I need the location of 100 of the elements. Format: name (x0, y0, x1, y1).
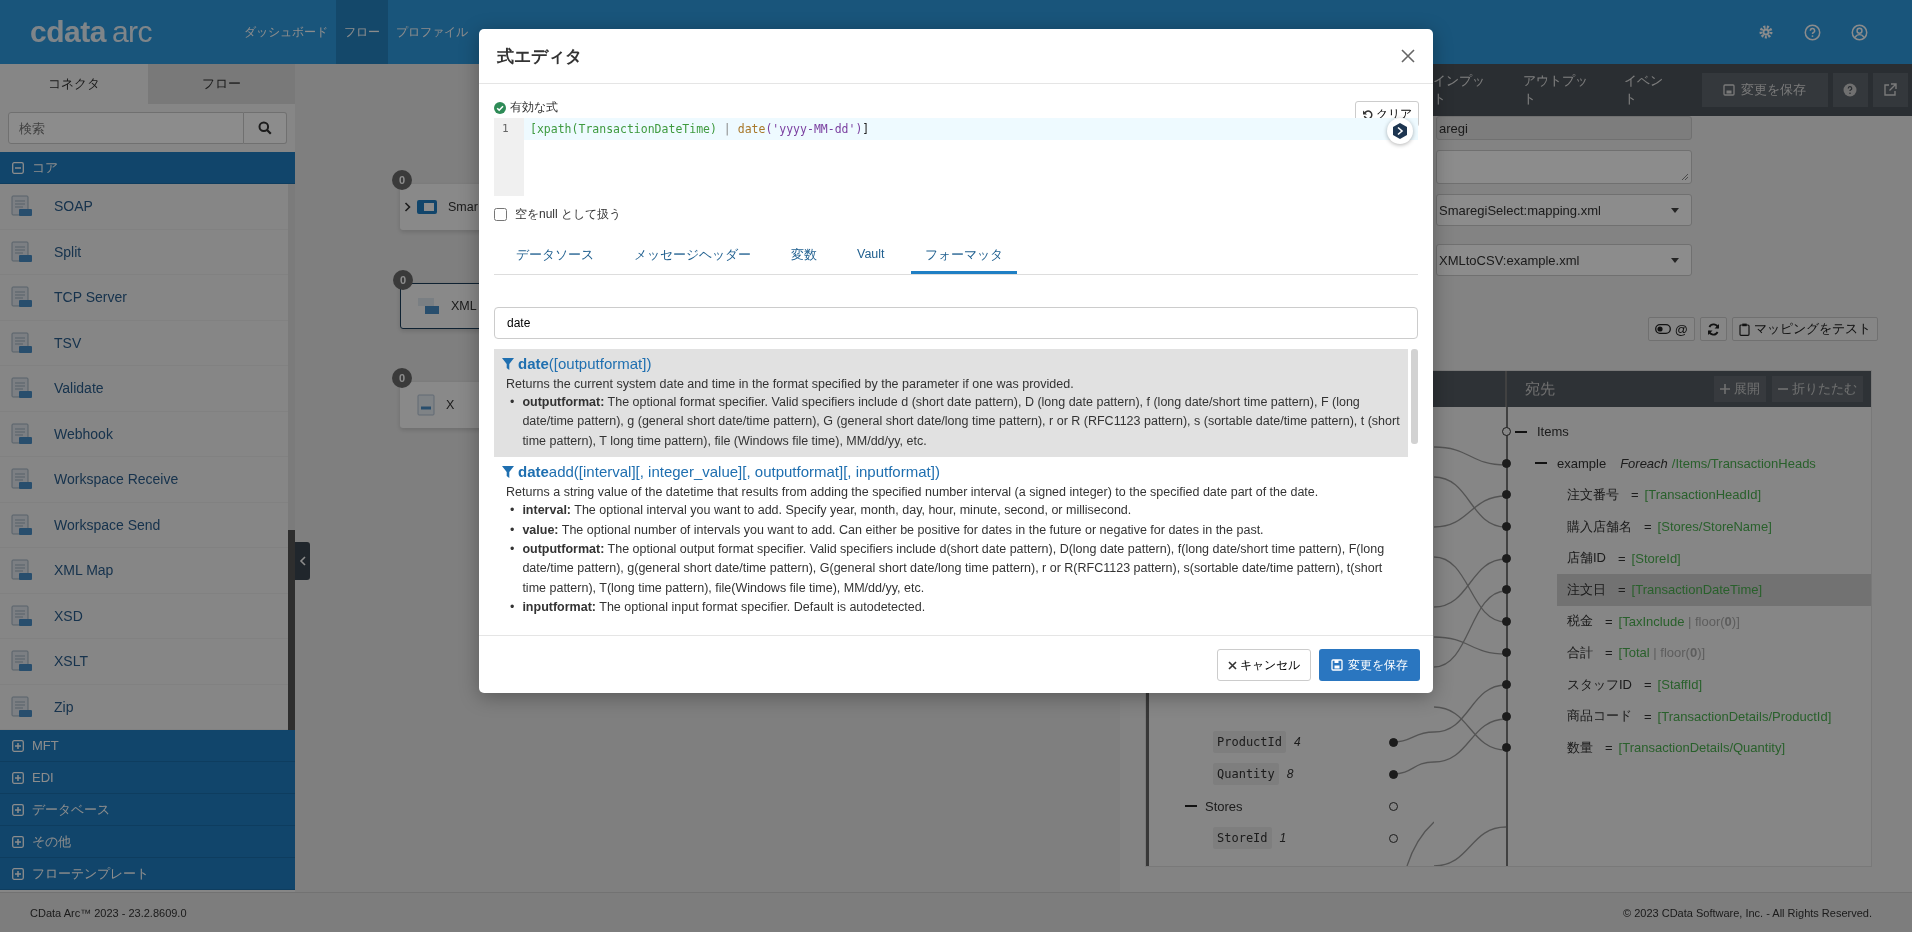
nav-tab[interactable]: ダッシュボード (236, 0, 336, 64)
scrollbar[interactable] (288, 184, 295, 730)
bullet: • (510, 599, 515, 616)
connector-dot[interactable] (1502, 490, 1511, 500)
connector-item[interactable]: SOAP (0, 184, 288, 230)
source-field[interactable]: StoreId (1213, 827, 1272, 849)
connector-item[interactable]: Workspace Receive (0, 457, 288, 503)
connector-dot[interactable] (1502, 680, 1511, 690)
connector-item[interactable]: Split (0, 229, 288, 275)
filter-icon (502, 357, 514, 370)
connector-dot[interactable] (1502, 522, 1511, 532)
connector-dot[interactable] (1389, 769, 1398, 779)
save-button[interactable]: 変更を保存 (1319, 649, 1420, 682)
operator: = (1644, 708, 1652, 724)
collapse-icon[interactable] (1515, 429, 1527, 434)
connector-item[interactable]: Validate (0, 366, 288, 412)
function-entry[interactable] (494, 349, 1408, 458)
tab[interactable]: メッセージヘッダー (620, 239, 765, 274)
connector-item[interactable]: XSLT (0, 639, 288, 685)
connector-dot[interactable] (1389, 833, 1398, 843)
tab[interactable]: Vault (843, 239, 899, 274)
panel-tab[interactable]: アウトプット (1522, 72, 1592, 108)
connector-item[interactable]: Webhook (0, 411, 288, 457)
category-header[interactable]: フローテンプレート (0, 858, 295, 890)
parameter-description: outputformat: The optional format specifier. Valid specifiers include d (short date pattern), D (long date pattern), f (long date/short time pattern), F (long date/time pattern), g (general short date/time pattern), G (general short date/long time pattern), r or R (RFC1123 pattern), s (sortable date/time pattern), t (short time pattern), T long time pattern), file (Windows file time), MM/dd/yy, etc. (522, 394, 1400, 450)
connector-item[interactable]: TSV (0, 320, 288, 366)
field-name: 合計 (1567, 643, 1593, 662)
logo[interactable]: cdata arc (0, 0, 236, 64)
expand-icon (12, 739, 24, 752)
destination-field[interactable]: 購入店舗名 = [Stores/StoreName] (1557, 510, 1871, 543)
source-node[interactable]: Stores (1205, 798, 1243, 814)
connector-dot[interactable] (1502, 743, 1511, 753)
collapse-icon[interactable] (1535, 461, 1547, 466)
connector-item[interactable]: XML Map (0, 548, 288, 594)
cancel-button[interactable]: キャンセル (1217, 649, 1311, 682)
nav-tab[interactable]: フロー (336, 0, 388, 64)
function-signature[interactable]: date([outputformat]) (518, 355, 652, 372)
refresh-button[interactable] (1700, 317, 1727, 341)
connector-dot[interactable] (1502, 427, 1511, 437)
count-badge: 0 (392, 368, 412, 388)
field-expression: [Stores/StoreName] (1657, 519, 1772, 535)
collapse-icon[interactable] (1185, 804, 1197, 808)
connector-dot[interactable] (1389, 737, 1398, 747)
destination-title: 宛先 (1525, 379, 1555, 399)
destination-field[interactable]: 数量 = [TransactionDetails/Quantity] (1557, 731, 1871, 764)
tab[interactable]: 変数 (777, 239, 831, 274)
nav-tab[interactable]: プロファイル (388, 0, 476, 64)
destination-field[interactable]: 店舗ID = [StoreId] (1557, 542, 1871, 574)
category-header[interactable]: その他 (0, 826, 295, 858)
category-header[interactable]: データベース (0, 794, 295, 826)
external-link-icon (1883, 83, 1898, 97)
search-button[interactable] (244, 112, 287, 144)
connector-item[interactable]: Workspace Send (0, 502, 288, 548)
collapse-handle[interactable] (295, 542, 310, 580)
expand-icon (12, 771, 24, 784)
dropdown[interactable]: SmaregiSelect:mapping.xml (1436, 194, 1692, 226)
dropdown[interactable]: XMLtoCSV:example.xml (1436, 244, 1692, 276)
source-field[interactable]: Quantity (1213, 763, 1279, 785)
chevron-right-icon[interactable] (404, 202, 411, 212)
tab[interactable]: フォーマッタ (910, 239, 1017, 274)
connector-dot[interactable] (1502, 616, 1511, 626)
document-icon (10, 649, 34, 674)
attribute-toggle[interactable]: @ (1647, 317, 1695, 341)
category-header[interactable]: コア (0, 152, 295, 184)
connector-dot[interactable] (1502, 585, 1511, 595)
destination-field[interactable]: スタッフID = [StaffId] (1557, 668, 1871, 701)
panel-tab[interactable]: インプット (1433, 72, 1491, 108)
connector-item[interactable]: XSD (0, 593, 288, 639)
save-button[interactable]: 変更を保存 (1702, 73, 1828, 107)
xpath-value: /Items/TransactionHeads (1671, 455, 1816, 471)
bullet: • (510, 502, 515, 520)
destination-node[interactable]: example (1557, 455, 1607, 471)
category-header[interactable]: EDI (0, 762, 295, 794)
connector-dot[interactable] (1502, 648, 1511, 658)
test-mapping-button[interactable]: マッピングをテスト (1732, 317, 1878, 341)
function-signature[interactable]: dateadd([interval][, integer_value][, outputformat][, inputformat]) (518, 463, 940, 481)
destination-field[interactable]: 商品コード = [TransactionDetails/ProductId] (1557, 700, 1871, 732)
connector-dot[interactable] (1502, 553, 1511, 563)
destination-field[interactable]: 注文番号 = [TransactionHeadId] (1557, 479, 1871, 511)
connector-dot[interactable] (1502, 711, 1511, 721)
connector-dot[interactable] (1389, 801, 1398, 811)
field-name: 購入店舗名 (1567, 517, 1632, 536)
category-header[interactable]: MFT (0, 730, 295, 762)
connector-dot[interactable] (1502, 458, 1511, 468)
help-button[interactable] (1832, 73, 1868, 107)
document-icon (10, 467, 34, 492)
checkbox[interactable] (494, 208, 507, 221)
close-icon[interactable] (1401, 49, 1415, 63)
tab[interactable]: データソース (502, 239, 608, 274)
source-field[interactable]: ProductId (1213, 731, 1287, 753)
panel-tab[interactable]: イベント (1624, 72, 1671, 108)
search-field[interactable]: 検索 (8, 112, 244, 144)
connector-item[interactable]: TCP Server (0, 275, 288, 321)
search-field[interactable]: date (494, 307, 1418, 339)
field-index: 1 (1279, 831, 1287, 845)
open-external-button[interactable] (1872, 73, 1908, 107)
code-editor[interactable]: 1 [xpath(TransactionDateTime) | date('yyyy-MM-dd')] (494, 118, 1418, 196)
destination-node[interactable]: Items (1537, 424, 1569, 440)
destination-field[interactable]: 注文日 = [TransactionDateTime] (1557, 573, 1871, 606)
sidebar-tab[interactable]: フロー (147, 64, 295, 104)
